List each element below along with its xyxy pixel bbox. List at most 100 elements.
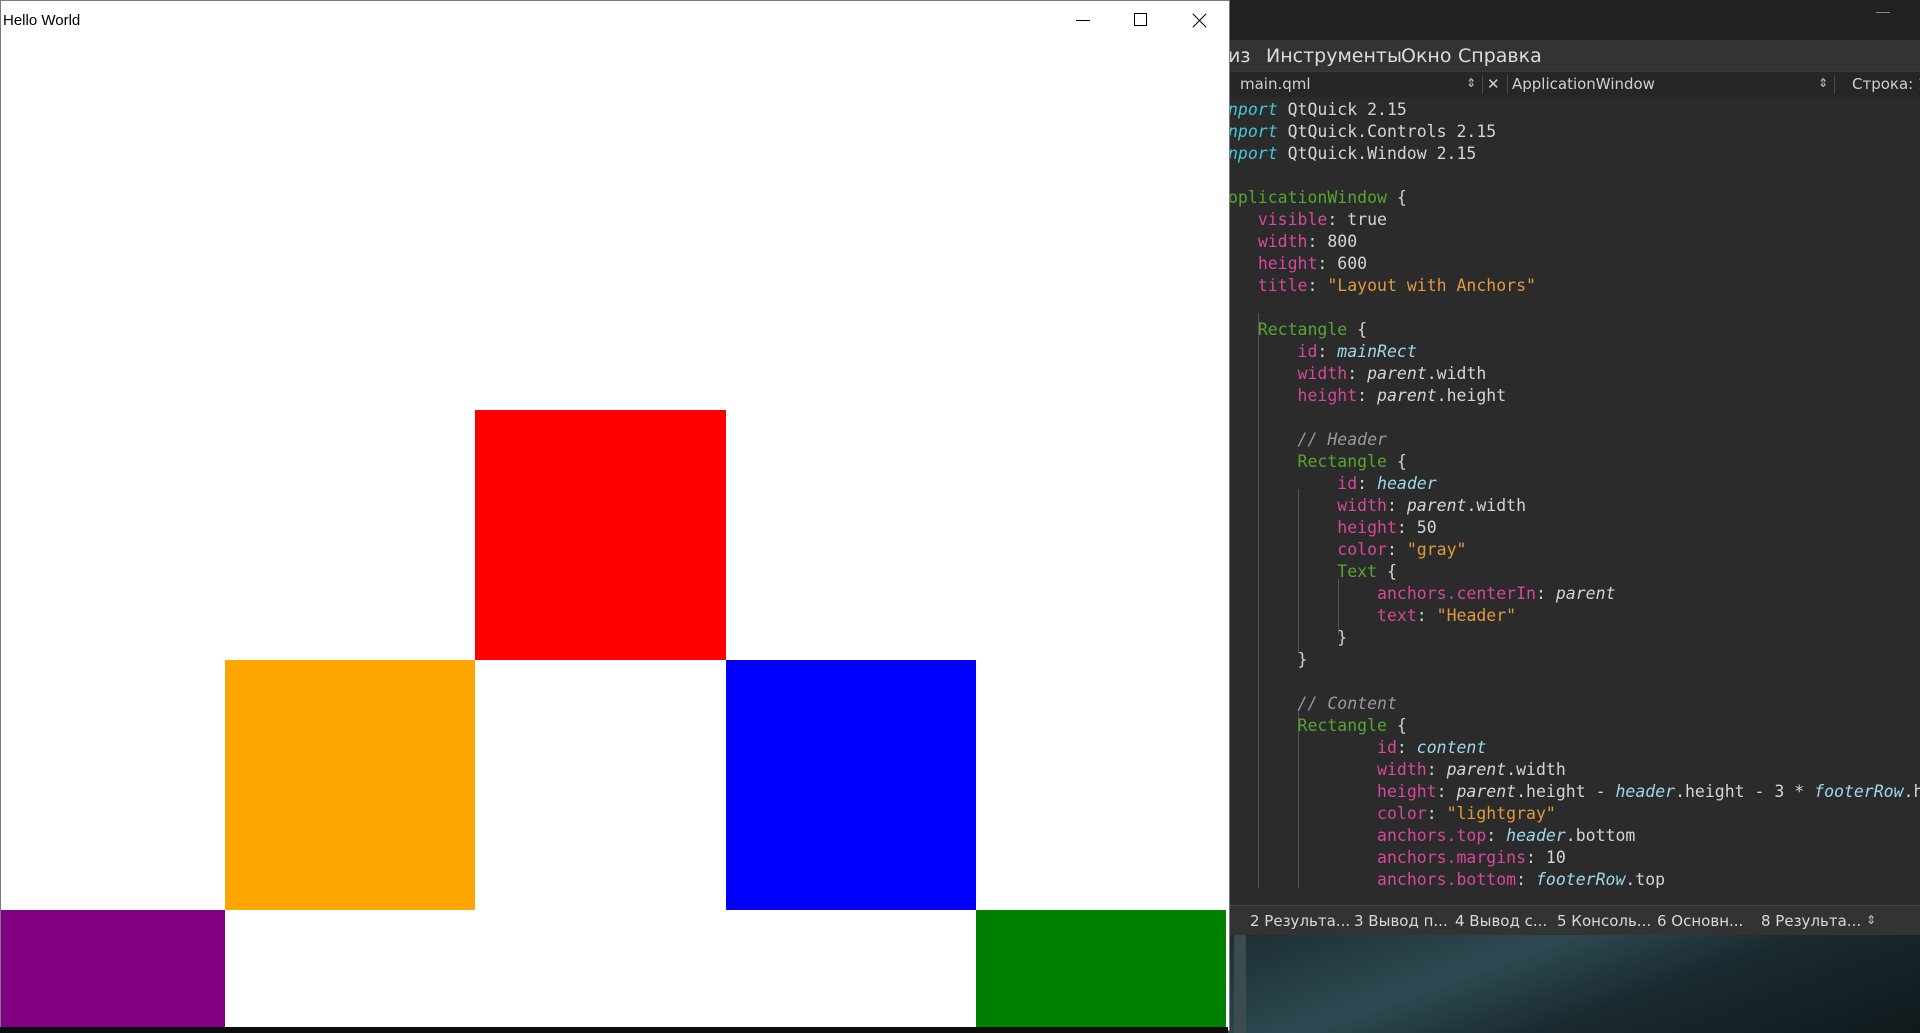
code-token: nport: [1228, 100, 1278, 119]
toolbar-divider: [1507, 75, 1508, 94]
code-line: oplicationWindow {: [1228, 187, 1407, 209]
code-token: Rectangle: [1257, 320, 1348, 339]
code-token: Rectangle: [1297, 716, 1387, 735]
more-tabs-arrows-icon[interactable]: ⇕: [1866, 913, 1876, 927]
code-line: }: [1228, 649, 1308, 671]
maximize-button[interactable]: [1112, 1, 1170, 39]
tab-compile-output[interactable]: 4 Вывод с...: [1455, 912, 1547, 930]
code-line: anchors.centerIn: parent: [1228, 583, 1615, 605]
toolbar-divider: [1834, 75, 1835, 94]
code-editor[interactable]: nport QtQuick 2.15 nport QtQuick.Controls…: [1228, 97, 1920, 888]
code-token: header: [1377, 474, 1437, 493]
splitter-handle[interactable]: [1234, 935, 1246, 1033]
code-line: id: header: [1228, 473, 1437, 495]
qt-creator-window: из Инструменты Окно Справка main.qml ⇕ ✕…: [1228, 0, 1920, 1033]
symbol-selector-arrows-icon[interactable]: ⇕: [1818, 76, 1828, 90]
menu-item-analyze[interactable]: из: [1228, 45, 1250, 67]
code-line: text: "Header": [1228, 605, 1516, 627]
code-token: "lightgray": [1446, 804, 1556, 823]
code-token: .width: [1426, 364, 1487, 383]
code-line: }: [1228, 627, 1347, 649]
code-token: .top: [1625, 870, 1666, 888]
creator-minimize-button[interactable]: [1876, 12, 1890, 13]
code-token: id: [1297, 342, 1318, 361]
close-document-icon[interactable]: ✕: [1487, 75, 1500, 93]
code-line: Text {: [1228, 561, 1397, 583]
symbol-selector[interactable]: ApplicationWindow: [1512, 75, 1655, 93]
file-selector[interactable]: main.qml: [1240, 75, 1311, 93]
code-token: visible: [1257, 210, 1328, 229]
code-line: height: 600: [1228, 253, 1367, 275]
taskbar-strip: [0, 1027, 1228, 1033]
close-button[interactable]: [1170, 1, 1228, 39]
code-token: :: [1486, 826, 1507, 845]
code-token: :: [1535, 584, 1556, 603]
hello-world-window: Hello World: [0, 0, 1230, 1031]
code-line: color: "gray": [1228, 539, 1466, 561]
menu-item-window[interactable]: Окно: [1401, 45, 1451, 67]
code-token: id: [1337, 474, 1358, 493]
code-token: .width: [1466, 496, 1527, 515]
code-line: anchors.margins: 10: [1228, 847, 1566, 869]
code-token: {: [1386, 716, 1407, 735]
orange-block: [225, 660, 475, 910]
code-line: id: mainRect: [1228, 341, 1417, 363]
code-token: anchors.margins: [1377, 848, 1527, 867]
tab-application-output[interactable]: 3 Вывод п...: [1354, 912, 1448, 930]
tab-general-messages[interactable]: 6 Основн...: [1657, 912, 1743, 930]
code-line: width: parent.width: [1228, 495, 1526, 517]
code-token: Text: [1337, 562, 1378, 581]
code-token: :: [1396, 738, 1417, 757]
tab-qml-console[interactable]: 5 Консоль...: [1557, 912, 1651, 930]
tab-search-results[interactable]: 2 Результа...: [1250, 912, 1350, 930]
code-token: .height - 3 *: [1675, 782, 1815, 801]
code-token: title: [1257, 276, 1308, 295]
code-token: : 600: [1317, 254, 1368, 273]
creator-menu-bar: из Инструменты Окно Справка: [1228, 40, 1920, 71]
code-token: footerRow: [1814, 782, 1904, 801]
code-line: height: 50: [1228, 517, 1436, 539]
code-line: visible: true: [1228, 209, 1387, 231]
code-token: height: [1257, 254, 1318, 273]
code-token: :: [1317, 342, 1338, 361]
code-line: width: parent.width: [1228, 759, 1566, 781]
code-token: Rectangle: [1297, 452, 1387, 471]
code-line: // Content: [1228, 693, 1397, 715]
code-token: {: [1386, 188, 1407, 207]
menu-item-help[interactable]: Справка: [1458, 45, 1542, 67]
code-token: }: [1228, 628, 1348, 647]
code-token: {: [1347, 320, 1368, 339]
code-token: id: [1377, 738, 1397, 757]
code-line: height: parent.height - header.height - …: [1228, 781, 1920, 803]
file-selector-arrows-icon[interactable]: ⇕: [1466, 76, 1476, 90]
code-token: :: [1347, 364, 1368, 383]
code-line: Rectangle {: [1228, 715, 1407, 737]
code-line: anchors.top: header.bottom: [1228, 825, 1635, 847]
code-token: color: [1337, 540, 1387, 559]
editor-document-toolbar: main.qml ⇕ ✕ ApplicationWindow ⇕ Строка:…: [1228, 71, 1920, 98]
minimize-button[interactable]: [1054, 1, 1112, 39]
code-token: parent: [1377, 386, 1437, 405]
green-block: [976, 910, 1226, 1030]
code-token: // Header: [1297, 430, 1387, 449]
menu-item-tools[interactable]: Инструменты: [1266, 45, 1402, 67]
tab-test-results[interactable]: 8 Результа...: [1761, 912, 1861, 930]
code-token: content: [1416, 738, 1487, 757]
blue-block: [726, 660, 976, 910]
